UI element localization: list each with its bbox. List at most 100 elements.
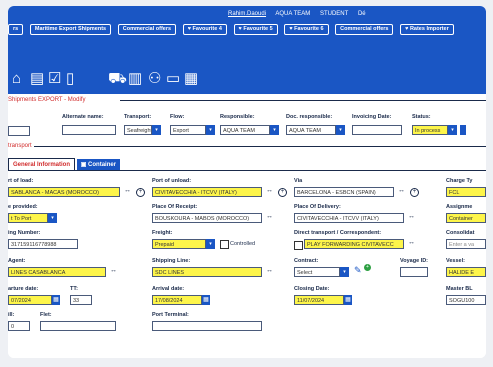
user-link[interactable]: Rahim.Daoudi — [228, 11, 266, 17]
assignment-select[interactable]: Container — [446, 213, 486, 223]
quick-tab-commercial-offers[interactable]: Commercial offers — [117, 24, 177, 35]
master-bl-input[interactable]: SOGU100 — [446, 295, 486, 305]
quick-tab-rates-importer[interactable]: ♥ Rates Importer — [400, 24, 454, 35]
port-of-load-input[interactable]: SABLANCA - MACAS (MOROCCO) — [8, 187, 120, 197]
direct-transport-arrow-icon[interactable]: ↔ — [408, 239, 415, 246]
file-icon[interactable]: ▯ — [66, 71, 74, 86]
service-provided-dropdown[interactable]: ▾ — [48, 213, 57, 223]
agent-input[interactable]: LINES CASABLANCA — [8, 267, 106, 277]
via-input[interactable]: BARCELONA - ESBCN (SPAIN) — [294, 187, 394, 197]
vehicle-icon[interactable]: ⛟ — [108, 71, 127, 86]
closing-date-calendar-icon[interactable]: ▦ — [344, 295, 352, 305]
status-select[interactable]: In process — [412, 125, 448, 135]
status-label: Status: — [412, 114, 431, 120]
transport-section-title: transport — [8, 143, 32, 149]
freight-select[interactable]: Prepaid — [152, 239, 206, 249]
port-of-unload-input[interactable]: CIVITAVECCHIA - ITCVV (ITALY) — [152, 187, 262, 197]
freight-dropdown[interactable]: ▾ — [206, 239, 215, 249]
responsible-dropdown[interactable]: ▾ — [270, 125, 279, 135]
via-arrow-icon[interactable]: ↔ — [398, 187, 405, 194]
tt-input[interactable]: 33 — [70, 295, 92, 305]
departure-date-calendar-icon[interactable]: ▦ — [52, 295, 60, 305]
top-bar: Rahim.Daoudi AQUA TEAM STUDENT Dé rs Mar… — [8, 6, 486, 36]
calculator-icon[interactable]: ▦ — [184, 71, 198, 86]
charge-type-label: Charge Ty — [446, 178, 473, 184]
booking-number-input[interactable]: 317159116778988 — [8, 239, 78, 249]
consolidation-label: Consolidat — [446, 230, 475, 236]
port-of-unload-arrow-icon[interactable]: ↔ — [266, 187, 273, 194]
place-of-receipt-input[interactable]: BOUSKOURA - MABOS (MOROCCO) — [152, 213, 262, 223]
voyage-id-input[interactable] — [400, 267, 428, 277]
controlled-checkbox[interactable] — [220, 240, 229, 249]
departure-date-input[interactable]: 07/2024 — [8, 295, 52, 305]
status-dropdown[interactable]: ▾ — [448, 125, 457, 135]
shipping-line-input[interactable]: SDC LINES — [152, 267, 262, 277]
charge-type-select[interactable]: FCL — [446, 187, 486, 197]
closing-date-input[interactable]: 11/07/2024 — [294, 295, 344, 305]
port-terminal-input[interactable] — [152, 321, 262, 331]
direct-transport-checkbox[interactable] — [294, 241, 303, 250]
contract-add-icon[interactable]: + — [364, 264, 371, 271]
flet-input[interactable] — [40, 321, 116, 331]
vessel-input[interactable]: HALIDE E — [446, 267, 486, 277]
consolidation-input[interactable]: Enter a va — [446, 239, 486, 249]
port-of-load-add-icon[interactable]: + — [136, 188, 145, 197]
responsible-select[interactable]: AQUA TEAM — [220, 125, 270, 135]
transport-label: Transport: — [124, 114, 152, 120]
shipping-line-arrow-icon[interactable]: ↔ — [266, 267, 273, 274]
booking-number-label: ing Number: — [8, 230, 41, 236]
flow-dropdown[interactable]: ▾ — [206, 125, 215, 135]
transport-select[interactable]: Seafreight — [124, 125, 152, 135]
users-icon[interactable]: ⚇ — [148, 71, 161, 86]
closing-date-label: Closing Date: — [294, 286, 330, 292]
status-row: Rahim.Daoudi AQUA TEAM STUDENT Dé — [228, 11, 374, 17]
check-document-icon[interactable]: ☑ — [48, 71, 61, 86]
doc-responsible-select[interactable]: AQUA TEAM — [286, 125, 336, 135]
flow-select[interactable]: Export — [170, 125, 206, 135]
status-extra-button[interactable] — [460, 125, 466, 135]
port-of-load-arrow-icon[interactable]: ↔ — [124, 187, 131, 194]
place-of-delivery-arrow-icon[interactable]: ↔ — [408, 213, 415, 220]
toolbar: ⌂ ▤ ☑ ▯ ⛟ ▥ ⚇ ▭ ▦ — [8, 36, 486, 94]
bill-input[interactable]: 0 — [8, 321, 30, 331]
quick-tabs: rs Maritime Export Shipments Commercial … — [8, 24, 459, 35]
page-icon[interactable]: ▭ — [166, 71, 180, 86]
quick-tab-favourite-4[interactable]: ♥ Favourite 4 — [182, 24, 227, 35]
direct-transport-input[interactable]: PLAY FORWARDING CIVITAVECC — [304, 239, 404, 249]
barcode-icon[interactable]: ▥ — [128, 71, 142, 86]
quick-tab-favourite-5[interactable]: ♥ Favourite 5 — [233, 24, 278, 35]
bill-label: ill: — [8, 312, 15, 318]
flet-label: Flet: — [40, 312, 52, 318]
place-of-delivery-input[interactable]: CIVITAVECCHIA - ITCVV (ITALY) — [294, 213, 404, 223]
place-of-receipt-arrow-icon[interactable]: ↔ — [266, 213, 273, 220]
bank-icon[interactable]: ⌂ — [12, 71, 21, 86]
direct-transport-label: Direct transport / Correspondent: — [294, 230, 382, 236]
quick-tab-maritime-export[interactable]: Maritime Export Shipments — [29, 24, 112, 35]
transport-dropdown[interactable]: ▾ — [152, 125, 161, 135]
service-provided-select[interactable]: t To Port — [8, 213, 48, 223]
quick-tab-favourite-6[interactable]: ♥ Favourite 6 — [284, 24, 329, 35]
voyage-id-label: Voyage ID: — [400, 258, 429, 264]
team-label: AQUA TEAM — [275, 11, 311, 17]
arrival-date-input[interactable]: 17/08/2024 — [152, 295, 202, 305]
contract-edit-icon[interactable]: ✎ — [354, 265, 362, 276]
departure-date-label: arture date: — [8, 286, 39, 292]
role-label: STUDENT — [319, 11, 349, 17]
reference-field[interactable] — [8, 126, 30, 136]
alternate-name-input[interactable] — [62, 125, 116, 135]
port-of-unload-add-icon[interactable]: + — [278, 188, 287, 197]
quick-tab-commercial-offers-2[interactable]: Commercial offers — [335, 24, 394, 35]
invoicing-date-input[interactable] — [352, 125, 402, 135]
quick-tab-0[interactable]: rs — [8, 24, 24, 35]
arrival-date-label: Arrival date: — [152, 286, 185, 292]
arrival-date-calendar-icon[interactable]: ▦ — [202, 295, 210, 305]
responsible-label: Responsible: — [220, 114, 255, 120]
agent-arrow-icon[interactable]: ↔ — [110, 267, 117, 274]
document-icon[interactable]: ▤ — [30, 71, 44, 86]
doc-responsible-dropdown[interactable]: ▾ — [336, 125, 345, 135]
logout-label[interactable]: Dé — [358, 11, 366, 17]
contract-dropdown[interactable]: ▾ — [340, 267, 349, 277]
invoicing-date-label: Invoicing Date: — [352, 114, 392, 120]
via-add-icon[interactable]: + — [410, 188, 419, 197]
contract-select[interactable]: Select — [294, 267, 340, 277]
